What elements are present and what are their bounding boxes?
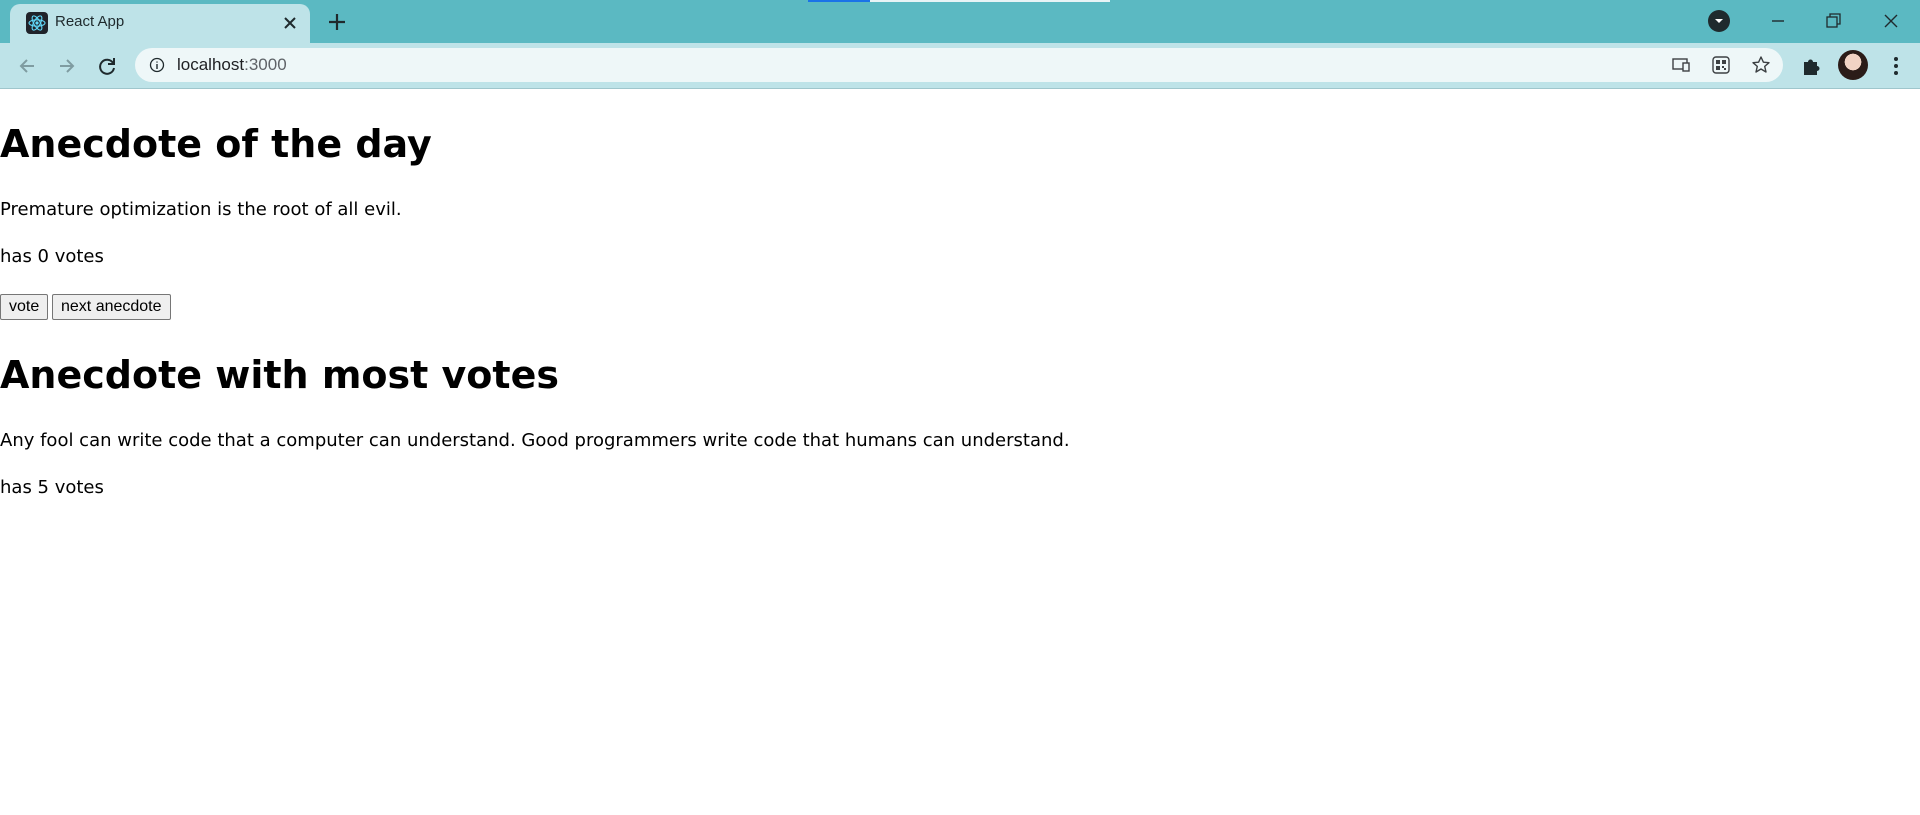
url-host: localhost: [177, 55, 245, 74]
info-icon[interactable]: [149, 57, 165, 73]
extensions-puzzle-icon[interactable]: [1800, 54, 1824, 78]
top-vote-count: has 5 votes: [0, 477, 104, 498]
tab-search-chevron-icon[interactable]: [1708, 10, 1730, 32]
react-logo-icon: [26, 12, 48, 34]
reload-icon[interactable]: [92, 51, 122, 81]
next-anecdote-button[interactable]: next anecdote: [52, 294, 171, 320]
back-arrow-icon[interactable]: [12, 51, 42, 81]
close-tab-icon[interactable]: [280, 13, 300, 33]
profile-avatar[interactable]: [1838, 50, 1868, 80]
forward-arrow-icon[interactable]: [52, 51, 82, 81]
bookmark-star-icon[interactable]: [1751, 55, 1771, 75]
url-text: localhost:3000: [177, 55, 287, 75]
anecdote-text: Premature optimization is the root of al…: [0, 199, 402, 220]
tab-title: React App: [55, 13, 125, 30]
top-anecdote-text: Any fool can write code that a computer …: [0, 430, 1070, 451]
address-bar[interactable]: localhost:3000: [135, 48, 1783, 82]
cast-device-icon[interactable]: [1671, 55, 1691, 75]
tab-strip: React App: [0, 0, 1920, 43]
tab-accent: [870, 0, 1110, 2]
heading-most-votes: Anecdote with most votes: [0, 353, 559, 397]
more-menu-icon[interactable]: [1884, 54, 1908, 78]
browser-toolbar: localhost:3000: [0, 43, 1920, 88]
vote-count: has 0 votes: [0, 246, 104, 267]
new-tab-button[interactable]: [324, 9, 350, 35]
page-content: Anecdote of the day Premature optimizati…: [0, 89, 1920, 815]
close-window-icon[interactable]: [1876, 6, 1906, 36]
restore-icon[interactable]: [1818, 6, 1848, 36]
minimize-icon[interactable]: [1763, 6, 1793, 36]
url-port: :3000: [244, 55, 287, 74]
browser-window: React App localhost:3000 Anecdote of the…: [0, 0, 1920, 815]
vote-button[interactable]: vote: [0, 294, 49, 320]
tab-accent: [808, 0, 870, 2]
heading-anecdote-of-the-day: Anecdote of the day: [0, 122, 432, 166]
tab-react-app[interactable]: React App: [10, 4, 310, 43]
qr-code-icon[interactable]: [1711, 55, 1731, 75]
